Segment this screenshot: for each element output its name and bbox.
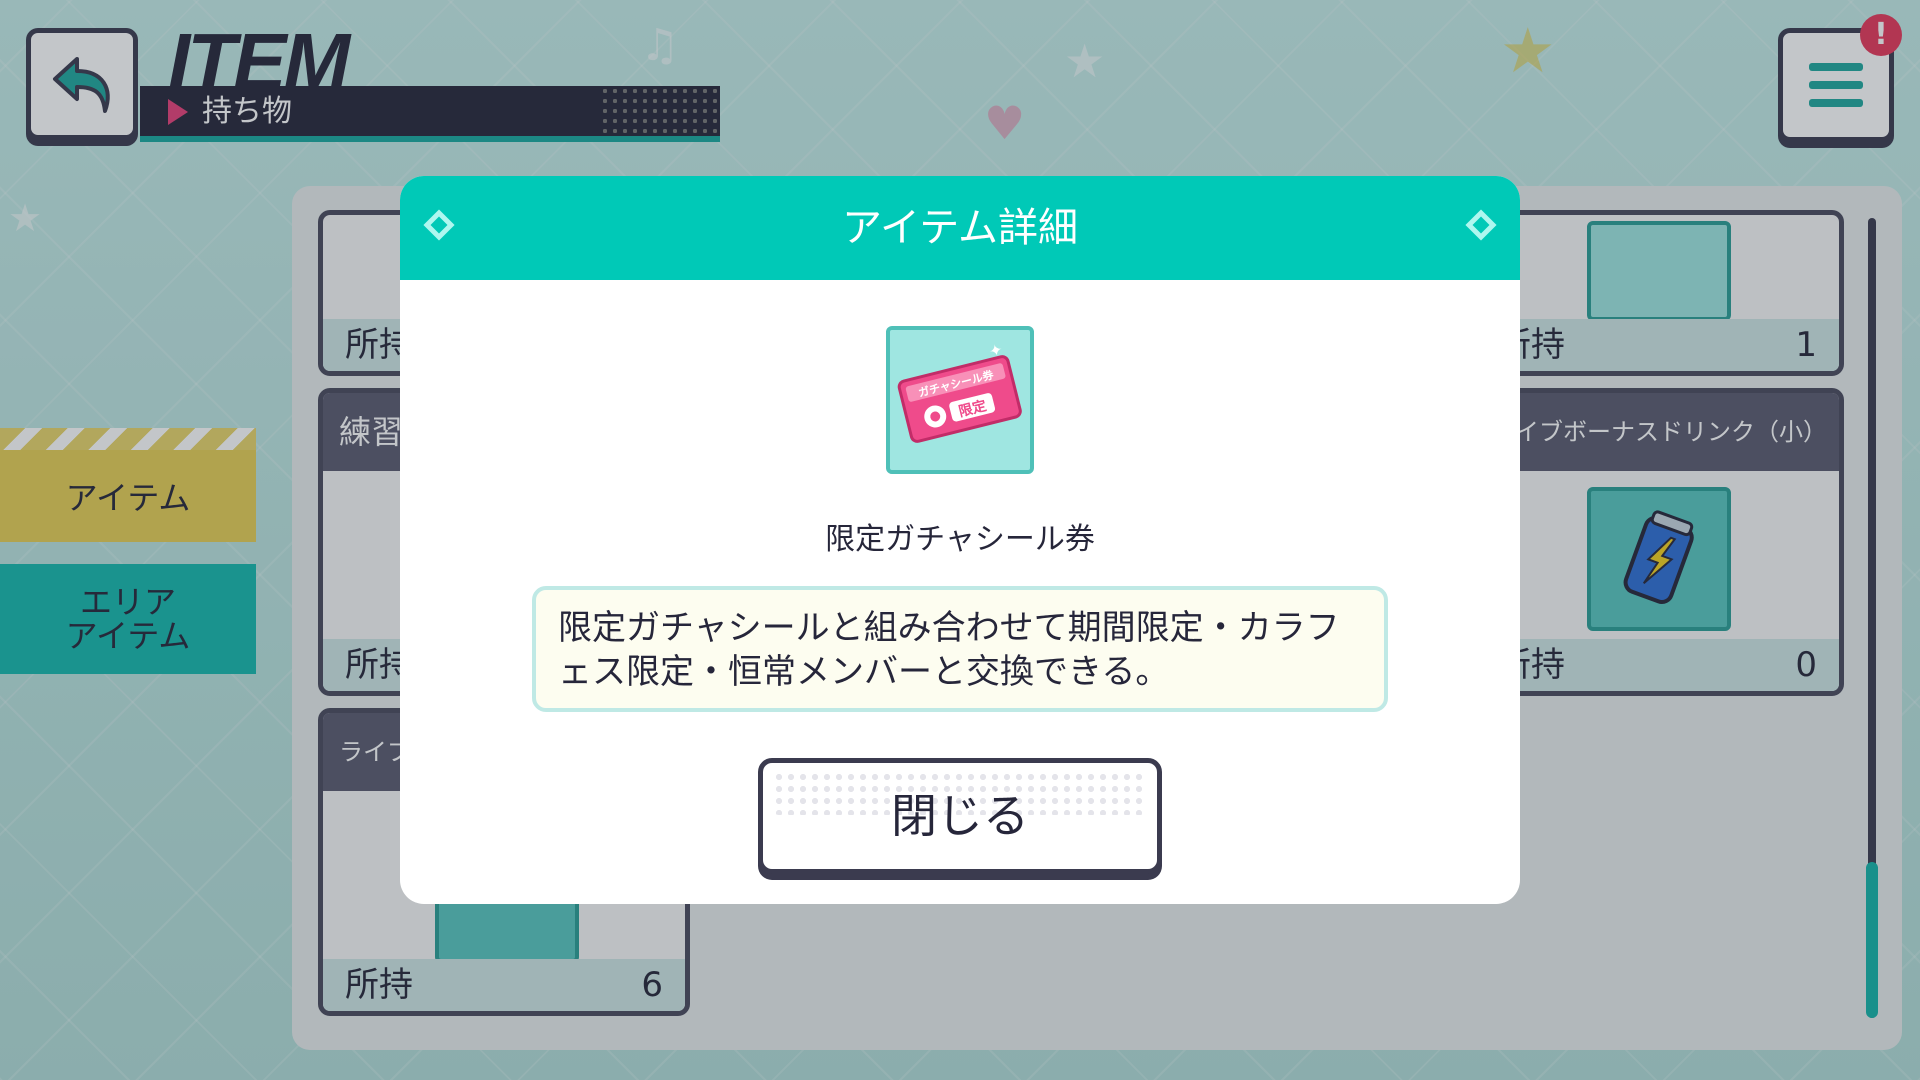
- item-detail-dialog: アイテム詳細 ガチャシール券 限定 ✦ 限定ガチャシール券 限定ガチャシールと組…: [400, 176, 1520, 904]
- item-name: 限定ガチャシール券: [825, 522, 1095, 557]
- sparkle-icon: ✦: [987, 340, 1005, 362]
- item-description-text: 限定ガチャシールと組み合わせて期間限定・カラフェス限定・恒常メンバーと交換できる…: [558, 608, 1340, 692]
- gacha-ticket-icon: ガチャシール券 限定 ✦: [886, 326, 1034, 474]
- dialog-title: アイテム詳細: [842, 205, 1078, 251]
- close-button[interactable]: 閉じる: [758, 758, 1162, 874]
- close-button-label: 閉じる: [891, 789, 1029, 843]
- dialog-header: アイテム詳細: [400, 176, 1520, 280]
- item-description: 限定ガチャシールと組み合わせて期間限定・カラフェス限定・恒常メンバーと交換できる…: [532, 586, 1388, 712]
